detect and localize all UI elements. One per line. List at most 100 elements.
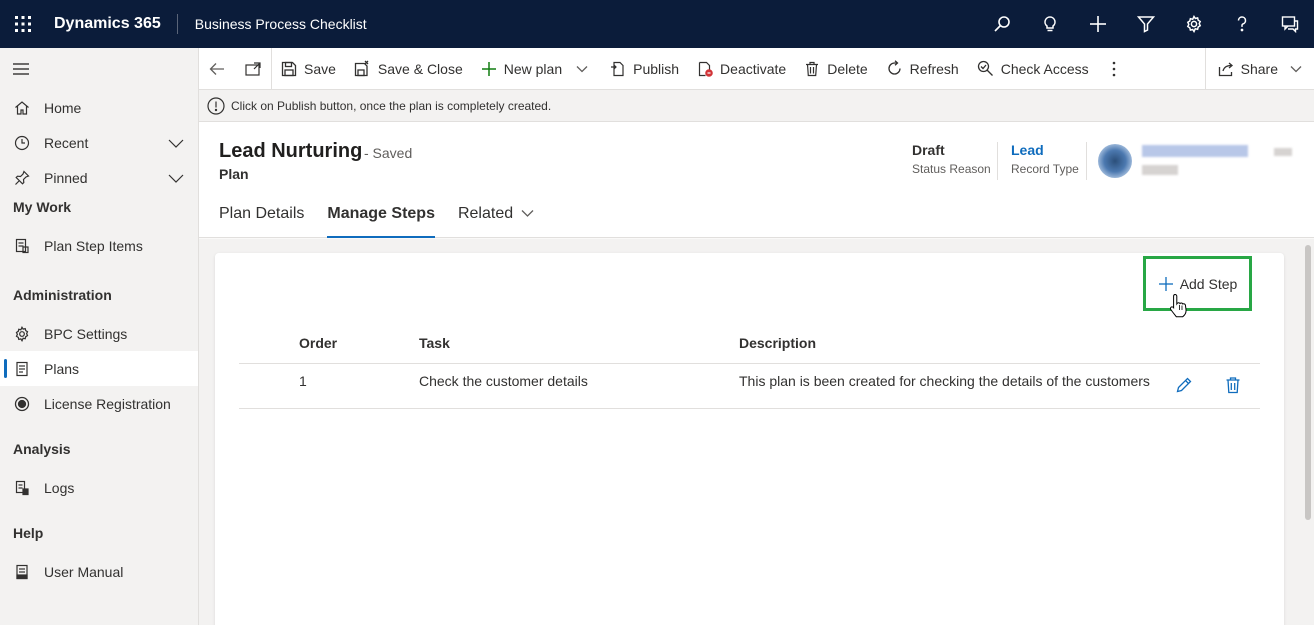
record-type-field: Lead Record Type [1011, 142, 1079, 176]
record-header: Lead Nurturing - Saved Plan Draft Status… [199, 122, 1314, 238]
search-icon[interactable] [978, 0, 1026, 48]
waffle-icon[interactable] [0, 0, 46, 48]
tab-manage-steps[interactable]: Manage Steps [327, 202, 435, 238]
license-icon [13, 395, 31, 413]
record-type-link[interactable]: Lead [1011, 142, 1079, 158]
share-button[interactable]: Share [1204, 48, 1314, 90]
filter-icon[interactable] [1122, 0, 1170, 48]
delete-step-button[interactable] [1225, 376, 1241, 397]
document-list-icon [13, 237, 31, 255]
delete-button[interactable]: Delete [795, 48, 876, 90]
refresh-icon [888, 60, 901, 75]
manual-icon [13, 563, 31, 581]
status-reason-value: Draft [912, 142, 945, 158]
sidebar-item-recent[interactable]: Recent [0, 125, 198, 160]
steps-grid: Order Task Description 1 Check the custo… [239, 325, 1260, 409]
sidebar-item-plan-step-items[interactable]: Plan Step Items [0, 228, 198, 263]
entity-name: Plan [219, 166, 249, 182]
help-icon[interactable] [1218, 0, 1266, 48]
more-commands-button[interactable] [1098, 48, 1130, 90]
avatar[interactable] [1098, 144, 1132, 178]
gear-icon [13, 325, 31, 343]
sidebar-item-pinned[interactable]: Pinned [0, 160, 198, 195]
add-step-label: Add Step [1179, 275, 1238, 292]
lightbulb-icon[interactable] [1026, 0, 1074, 48]
sidebar-item-user-manual[interactable]: User Manual [0, 554, 198, 589]
brand-name[interactable]: Dynamics 365 [46, 14, 178, 34]
save-button[interactable]: Save [272, 48, 345, 90]
check-access-button[interactable]: Check Access [968, 48, 1098, 90]
owner-extra-redacted [1274, 148, 1292, 156]
cell-description: This plan is been created for checking t… [739, 373, 1150, 389]
column-header-task[interactable]: Task [419, 335, 450, 351]
sidebar-item-logs[interactable]: Logs [0, 470, 198, 505]
publish-button[interactable]: Publish [601, 48, 688, 90]
table-row[interactable]: 1 Check the customer details This plan i… [239, 364, 1260, 409]
tab-plan-details[interactable]: Plan Details [219, 202, 304, 238]
sidebar-item-label: License Registration [44, 395, 171, 412]
chevron-down-icon [1290, 66, 1302, 73]
gear-icon[interactable] [1170, 0, 1218, 48]
save-close-button[interactable]: Save & Close [345, 48, 472, 90]
save-close-icon [354, 60, 369, 77]
sidebar-item-label: Logs [44, 479, 75, 496]
sidebar-item-label: Plan Step Items [44, 237, 143, 254]
notification-bar: Click on Publish button, once the plan i… [199, 90, 1314, 122]
tab-label: Plan Details [219, 205, 305, 222]
tab-label: Related [457, 205, 514, 222]
add-step-button[interactable]: Add Step [1143, 256, 1252, 311]
sidebar-item-license-registration[interactable]: License Registration [0, 386, 198, 421]
column-header-description[interactable]: Description [739, 335, 816, 351]
vertical-scrollbar[interactable] [1305, 245, 1311, 520]
owner-role-redacted [1142, 165, 1178, 175]
deactivate-button[interactable]: Deactivate [688, 48, 795, 90]
home-icon [13, 99, 31, 117]
record-title: Lead Nurturing [219, 140, 363, 162]
check-access-label: Check Access [1000, 60, 1089, 77]
logs-icon [13, 479, 31, 497]
new-plan-button[interactable]: New plan [472, 48, 601, 90]
back-button[interactable] [199, 48, 235, 90]
chevron-down-icon[interactable] [168, 170, 184, 186]
tab-label: Manage Steps [327, 205, 435, 222]
cell-order: 1 [299, 373, 307, 389]
record-type-label: Record Type [1011, 162, 1079, 176]
sidebar-item-home[interactable]: Home [0, 90, 198, 125]
clock-icon [13, 134, 31, 152]
sidebar-item-label: Pinned [44, 169, 88, 186]
command-bar: Save Save & Close New plan Publish Deact… [199, 47, 1314, 90]
plus-icon[interactable] [1074, 0, 1122, 48]
sidebar-item-plans[interactable]: Plans [0, 351, 198, 386]
status-reason-label: Status Reason [912, 162, 991, 176]
chevron-down-icon[interactable] [576, 65, 588, 73]
plus-icon [481, 61, 496, 76]
popout-icon [245, 61, 261, 76]
tab-related[interactable]: Related [458, 202, 534, 238]
feedback-icon[interactable] [1266, 0, 1314, 48]
info-icon [207, 96, 225, 115]
publish-icon [611, 61, 624, 76]
save-icon [281, 61, 297, 76]
section-title-help: Help [13, 525, 44, 541]
main-content: Add Step Order Task Description 1 Check … [199, 239, 1314, 625]
delete-label: Delete [827, 60, 868, 77]
app-name[interactable]: Business Process Checklist [178, 16, 367, 32]
sidebar-item-label: Plans [44, 360, 80, 377]
share-icon [1218, 62, 1233, 77]
share-label: Share [1240, 61, 1278, 77]
refresh-button[interactable]: Refresh [877, 48, 968, 90]
sidebar-item-bpc-settings[interactable]: BPC Settings [0, 316, 198, 351]
publish-label: Publish [633, 60, 680, 77]
manage-steps-card: Add Step Order Task Description 1 Check … [215, 253, 1284, 625]
cell-task: Check the customer details [419, 373, 588, 389]
chevron-down-icon[interactable] [168, 135, 184, 151]
check-access-icon [977, 60, 993, 76]
owner-name-redacted[interactable] [1142, 145, 1248, 157]
save-label: Save [304, 60, 336, 77]
edit-step-button[interactable] [1175, 376, 1193, 397]
open-new-window-button[interactable] [235, 48, 271, 90]
hamburger-menu-icon[interactable] [0, 48, 198, 90]
column-header-order[interactable]: Order [299, 335, 337, 351]
chevron-down-icon [521, 210, 534, 217]
grid-header-row: Order Task Description [239, 325, 1260, 364]
